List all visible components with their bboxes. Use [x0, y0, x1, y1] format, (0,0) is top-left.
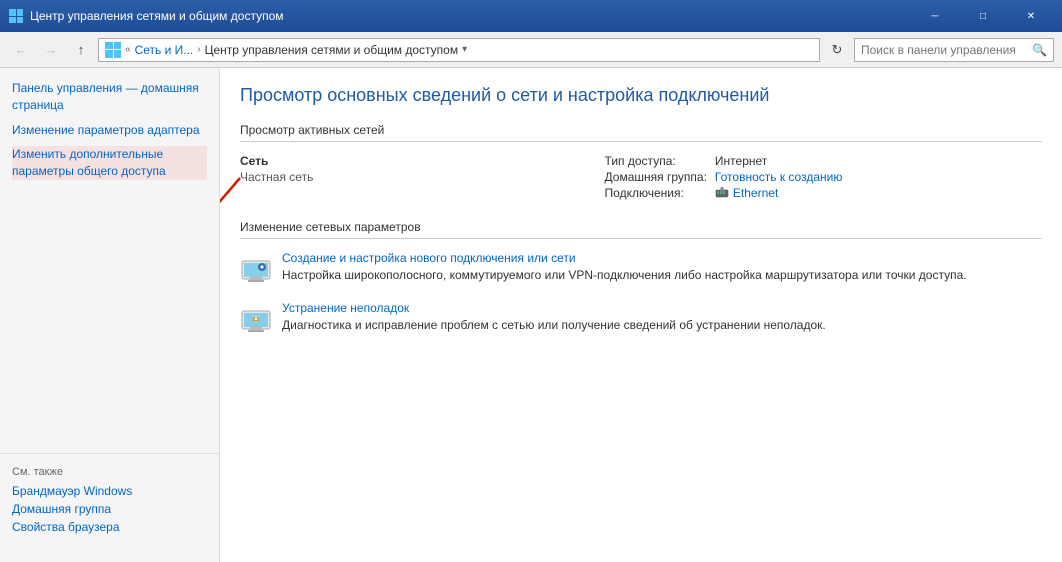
breadcrumb-current: Центр управления сетями и общим доступом [205, 43, 459, 57]
search-box[interactable]: 🔍 [854, 38, 1054, 62]
settings-text-1: Устранение неполадок Диагностика и испра… [282, 301, 1042, 334]
sidebar-also: См. также Брандмауэр Windows Домашняя гр… [0, 453, 219, 550]
search-input[interactable] [861, 43, 1032, 57]
ethernet-text: Ethernet [733, 186, 778, 200]
breadcrumb-icon [105, 42, 121, 58]
settings-section: Изменение сетевых параметров Создание и … [240, 220, 1042, 335]
network-right: Тип доступа: Интернет Домашняя группа: Г… [605, 154, 1042, 200]
page-title: Просмотр основных сведений о сети и наст… [240, 84, 1042, 107]
breadcrumb-arrow: › [197, 44, 200, 55]
network-info-container: Сеть Частная сеть Тип доступа: Интернет … [240, 154, 1042, 200]
ethernet-icon [715, 186, 729, 200]
connections-label: Подключения: [605, 186, 707, 200]
active-networks-title: Просмотр активных сетей [240, 123, 1042, 142]
search-icon: 🔍 [1032, 43, 1047, 57]
home-group-label: Домашняя группа: [605, 170, 707, 184]
forward-button[interactable]: → [38, 37, 64, 63]
new-connection-desc: Настройка широкополосного, коммутируемог… [282, 268, 967, 282]
breadcrumb-sep1: « [125, 44, 131, 55]
refresh-button[interactable]: ↻ [824, 37, 850, 63]
home-group-link[interactable]: Готовность к созданию [715, 170, 1042, 184]
new-connection-icon [240, 253, 272, 285]
access-type-label: Тип доступа: [605, 154, 707, 168]
sidebar-item-home[interactable]: Панель управления — домашняя страница [12, 80, 207, 114]
address-bar: ← → ↑ « Сеть и И... › Центр управления с… [0, 32, 1062, 68]
sidebar-also-firewall[interactable]: Брандмауэр Windows [12, 484, 207, 498]
settings-text-0: Создание и настройка нового подключения … [282, 251, 1042, 284]
breadcrumb-dropdown[interactable]: ▾ [462, 44, 467, 55]
troubleshoot-icon [240, 303, 272, 335]
window-controls: ─ □ ✕ [912, 0, 1054, 32]
main-layout: Панель управления — домашняя страница Из… [0, 68, 1062, 562]
minimize-button[interactable]: ─ [912, 0, 958, 32]
sidebar-item-adapter[interactable]: Изменение параметров адаптера [12, 122, 207, 139]
sidebar-nav: Панель управления — домашняя страница Из… [0, 80, 219, 188]
change-settings-title: Изменение сетевых параметров [240, 220, 1042, 239]
network-type: Частная сеть [240, 170, 605, 184]
sidebar: Панель управления — домашняя страница Из… [0, 68, 220, 562]
title-bar: Центр управления сетями и общим доступом… [0, 0, 1062, 32]
new-connection-link[interactable]: Создание и настройка нового подключения … [282, 251, 1042, 265]
settings-item-1: Устранение неполадок Диагностика и испра… [240, 301, 1042, 335]
sidebar-also-browser[interactable]: Свойства браузера [12, 520, 207, 534]
close-button[interactable]: ✕ [1008, 0, 1054, 32]
breadcrumb-net[interactable]: Сеть и И... [135, 43, 194, 57]
ethernet-link[interactable]: Ethernet [715, 186, 1042, 200]
app-icon [8, 8, 24, 24]
content-area: Просмотр основных сведений о сети и наст… [220, 68, 1062, 562]
network-left: Сеть Частная сеть [240, 154, 605, 200]
sidebar-also-homegroup[interactable]: Домашняя группа [12, 502, 207, 516]
sidebar-also-title: См. также [12, 466, 207, 478]
back-button[interactable]: ← [8, 37, 34, 63]
network-name: Сеть [240, 154, 605, 168]
breadcrumb: « Сеть и И... › Центр управления сетями … [98, 38, 820, 62]
sidebar-item-advanced[interactable]: Изменить дополнительные параметры общего… [12, 146, 207, 180]
settings-item-0: Создание и настройка нового подключения … [240, 251, 1042, 285]
troubleshoot-link[interactable]: Устранение неполадок [282, 301, 1042, 315]
window-title: Центр управления сетями и общим доступом [30, 9, 912, 23]
access-type-value: Интернет [715, 154, 1042, 168]
up-button[interactable]: ↑ [68, 37, 94, 63]
troubleshoot-desc: Диагностика и исправление проблем с сеть… [282, 318, 826, 332]
maximize-button[interactable]: □ [960, 0, 1006, 32]
